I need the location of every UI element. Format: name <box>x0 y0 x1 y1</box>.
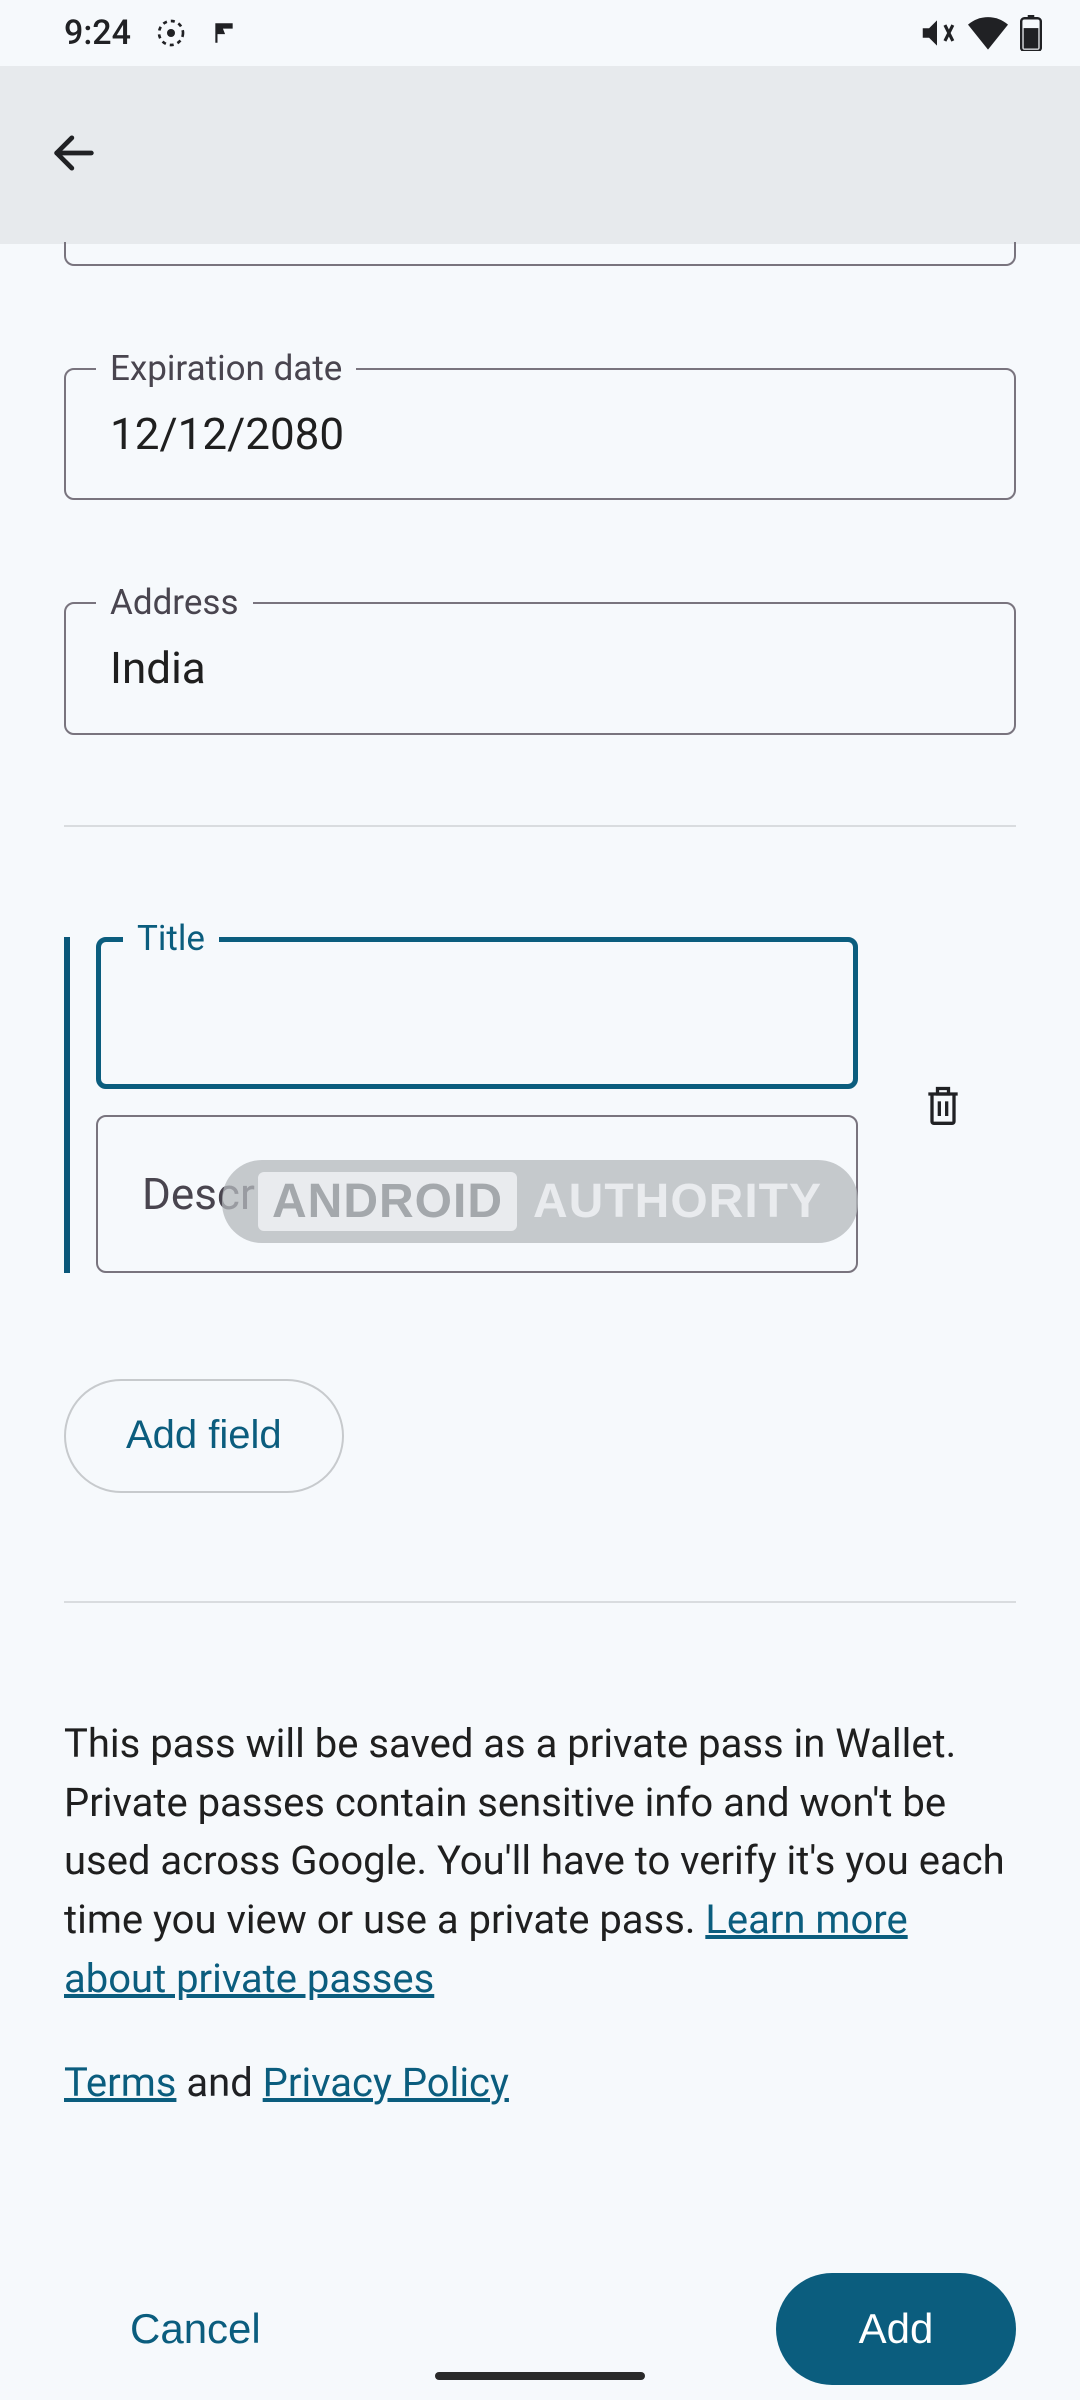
delete-custom-field-button[interactable] <box>908 937 978 1273</box>
status-left: 9:24 <box>64 13 237 53</box>
watermark: ANDROID AUTHORITY <box>222 1160 858 1243</box>
partial-field-bottom-border <box>64 242 1016 266</box>
address-field[interactable]: Address India <box>64 602 1016 734</box>
privacy-link[interactable]: Privacy Policy <box>263 2059 509 2106</box>
focus-indicator-bar <box>64 937 70 1273</box>
gesture-nav-handle[interactable] <box>435 2372 645 2380</box>
form-content: Expiration date 12/12/2080 Address India… <box>0 242 1080 2385</box>
expiration-date-value: 12/12/2080 <box>66 370 1014 498</box>
cancel-label: Cancel <box>130 2305 261 2352</box>
arrow-back-icon <box>48 127 100 179</box>
flag-icon <box>211 20 237 46</box>
back-button[interactable] <box>48 127 100 183</box>
section-divider <box>64 825 1016 827</box>
watermark-part1: ANDROID <box>258 1172 517 1231</box>
add-button[interactable]: Add <box>776 2273 1016 2385</box>
section-divider-2 <box>64 1601 1016 1603</box>
expiration-date-label: Expiration date <box>96 348 356 389</box>
title-input[interactable]: Title <box>96 937 858 1089</box>
status-time: 9:24 <box>64 13 131 53</box>
cancel-button[interactable]: Cancel <box>120 2285 271 2373</box>
battery-icon <box>1020 15 1042 51</box>
address-value: India <box>66 604 1014 732</box>
expiration-date-field[interactable]: Expiration date 12/12/2080 <box>64 368 1016 500</box>
wifi-icon <box>968 16 1008 50</box>
private-pass-info: This pass will be saved as a private pas… <box>64 1715 1016 2009</box>
title-label: Title <box>123 918 219 959</box>
add-label: Add <box>859 2305 934 2352</box>
mute-icon <box>918 14 956 52</box>
target-icon <box>155 17 187 49</box>
app-bar <box>0 66 1080 244</box>
and-text: and <box>176 2059 262 2106</box>
trash-icon <box>921 1081 965 1129</box>
watermark-part2: AUTHORITY <box>533 1174 822 1229</box>
status-right <box>918 14 1042 52</box>
add-field-label: Add field <box>126 1413 282 1458</box>
terms-link[interactable]: Terms <box>64 2059 176 2106</box>
bottom-action-bar: Cancel Add <box>64 2273 1016 2385</box>
status-bar: 9:24 <box>0 0 1080 66</box>
legal-links: Terms and Privacy Policy <box>64 2053 1016 2113</box>
address-label: Address <box>96 582 253 623</box>
add-field-button[interactable]: Add field <box>64 1379 344 1493</box>
